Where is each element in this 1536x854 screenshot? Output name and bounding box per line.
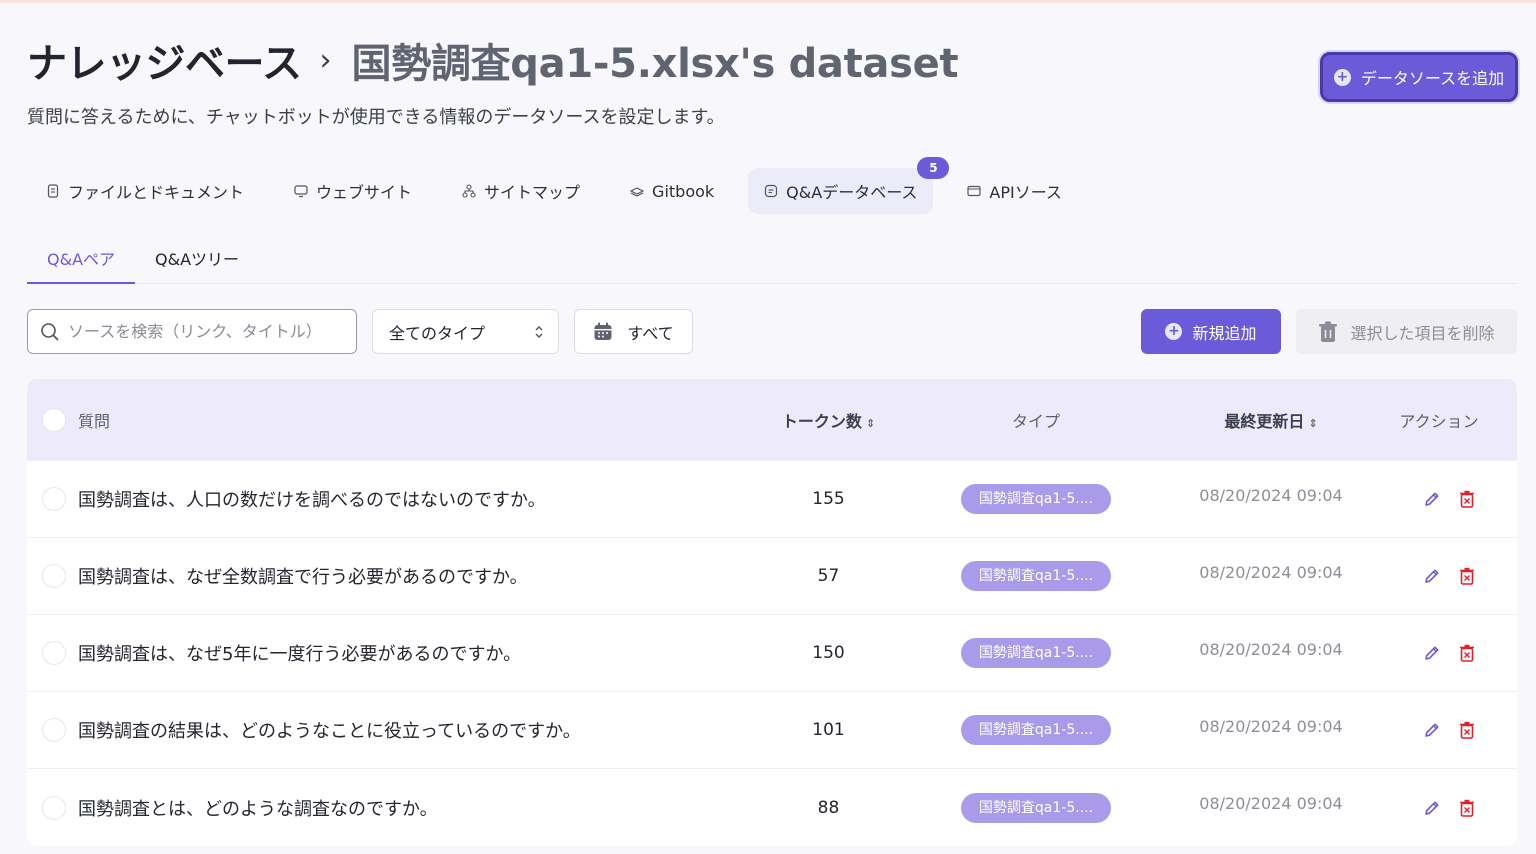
updated-date: 08/20/2024 09:04	[1199, 716, 1343, 736]
updated-date: 08/20/2024 09:04	[1199, 794, 1343, 813]
qa-count-badge: 5	[917, 157, 950, 179]
api-icon	[967, 185, 981, 197]
tab-sitemap[interactable]: サイトマップ	[446, 168, 596, 214]
type-filter-select[interactable]: 全てのタイプ	[372, 309, 559, 354]
subtab-qa-pairs[interactable]: Q&Aペア	[27, 240, 136, 284]
tab-website[interactable]: ウェブサイト	[278, 168, 428, 214]
breadcrumb-separator: ›	[319, 42, 332, 78]
type-badge: 国勢調査qa1-5....	[961, 561, 1111, 591]
qa-table: 質問 トークン数 ⇕ タイプ 最終更新日 ⇕ アクション 国勢調査は、人口の数だけを…	[27, 379, 1517, 846]
search-input[interactable]	[68, 322, 338, 341]
breadcrumb-knowledge-base[interactable]: ナレッジベース	[27, 31, 302, 89]
delete-icon[interactable]	[1459, 567, 1475, 585]
table-header: 質問 トークン数 ⇕ タイプ 最終更新日 ⇕ アクション	[27, 379, 1517, 461]
search-icon	[41, 322, 59, 341]
token-count: 155	[812, 489, 845, 509]
column-updated[interactable]: 最終更新日 ⇕	[1181, 408, 1361, 432]
column-updated-label: 最終更新日	[1224, 412, 1305, 431]
updated-date: 08/20/2024 09:04	[1199, 485, 1343, 505]
search-field[interactable]	[27, 309, 357, 354]
updated-date: 08/20/2024 09:04	[1199, 562, 1343, 582]
tab-gitbook[interactable]: Gitbook	[614, 168, 730, 214]
table-row: 国勢調査は、人口の数だけを調べるのではないのですか。 155 国勢調査qa1-5…	[27, 461, 1517, 538]
page-subtitle: 質問に答えるために、チャットボットが使用できる情報のデータソースを設定します。	[27, 107, 725, 128]
row-checkbox[interactable]	[41, 718, 66, 742]
delete-icon[interactable]	[1459, 799, 1475, 817]
column-question: 質問	[78, 412, 111, 431]
page-title: 国勢調査qa1-5.xlsx's dataset	[351, 41, 959, 87]
tab-files-documents[interactable]: ファイルとドキュメント	[30, 168, 260, 214]
date-filter-button[interactable]: すべて	[574, 309, 693, 354]
monitor-icon	[294, 185, 308, 198]
question-text[interactable]: 国勢調査は、なぜ全数調査で行う必要があるのですか。	[78, 563, 766, 589]
type-badge: 国勢調査qa1-5....	[961, 715, 1111, 745]
trash-icon	[1319, 321, 1338, 342]
add-new-button[interactable]: + 新規追加	[1141, 309, 1281, 354]
question-text[interactable]: 国勢調査とは、どのような調査なのですか。	[78, 795, 766, 821]
column-type: タイプ	[1011, 412, 1060, 431]
qa-subtabs: Q&Aペア Q&Aツリー	[27, 240, 1517, 284]
tab-label: ファイルとドキュメント	[68, 183, 245, 202]
delete-icon[interactable]	[1459, 490, 1475, 508]
sitemap-icon	[462, 184, 476, 198]
chevron-up-down-icon	[534, 324, 544, 340]
row-checkbox[interactable]	[41, 564, 66, 588]
tab-qa-database[interactable]: Q&Aデータベース 5	[748, 157, 950, 214]
delete-icon[interactable]	[1459, 644, 1475, 662]
calendar-icon	[594, 322, 612, 340]
column-tokens[interactable]: トークン数 ⇕	[766, 408, 891, 432]
file-icon	[47, 184, 59, 198]
tab-label: APIソース	[989, 183, 1062, 202]
tab-label: サイトマップ	[484, 183, 581, 202]
token-count: 150	[812, 643, 845, 663]
subtab-qa-tree[interactable]: Q&Aツリー	[135, 240, 259, 284]
source-tabs: ファイルとドキュメント ウェブサイト サイトマップ Gitbook Q&Aデータ…	[30, 157, 1096, 214]
edit-icon[interactable]	[1423, 721, 1441, 739]
page-header: ナレッジベース › 国勢調査qa1-5.xlsx's dataset	[27, 30, 959, 90]
token-count: 101	[812, 720, 845, 740]
question-text[interactable]: 国勢調査は、人口の数だけを調べるのではないのですか。	[78, 486, 766, 512]
tab-label: ウェブサイト	[316, 183, 413, 202]
token-count: 88	[817, 797, 840, 818]
row-checkbox[interactable]	[41, 795, 66, 820]
edit-icon[interactable]	[1423, 567, 1441, 585]
top-border	[0, 0, 1536, 3]
question-text[interactable]: 国勢調査は、なぜ5年に一度行う必要があるのですか。	[78, 640, 766, 666]
table-row: 国勢調査は、なぜ全数調査で行う必要があるのですか。 57 国勢調査qa1-5..…	[27, 538, 1517, 615]
table-row: 国勢調査の結果は、どのようなことに役立っているのですか。 101 国勢調査qa1…	[27, 692, 1517, 769]
select-all-checkbox[interactable]	[41, 408, 66, 432]
tab-api-source[interactable]: APIソース	[951, 168, 1078, 214]
type-badge: 国勢調査qa1-5....	[961, 638, 1111, 668]
table-row: 国勢調査とは、どのような調査なのですか。 88 国勢調査qa1-5.... 08…	[27, 769, 1517, 846]
add-new-label: 新規追加	[1192, 323, 1257, 343]
row-checkbox[interactable]	[41, 487, 66, 511]
type-badge: 国勢調査qa1-5....	[961, 792, 1111, 823]
tab-label: Gitbook	[652, 181, 715, 201]
row-checkbox[interactable]	[41, 641, 66, 665]
edit-icon[interactable]	[1423, 490, 1441, 508]
type-filter-value: 全てのタイプ	[389, 323, 486, 343]
updated-date: 08/20/2024 09:04	[1199, 639, 1343, 659]
add-data-source-label: データソースを追加	[1360, 69, 1505, 88]
date-filter-label: すべて	[627, 323, 674, 343]
delete-selected-label: 選択した項目を削除	[1350, 323, 1495, 343]
plus-circle-icon: +	[1165, 323, 1183, 340]
sort-icon: ⇕	[865, 417, 876, 430]
gitbook-icon	[630, 187, 645, 197]
question-text[interactable]: 国勢調査の結果は、どのようなことに役立っているのですか。	[78, 717, 766, 743]
delete-icon[interactable]	[1459, 721, 1475, 739]
plus-circle-icon: +	[1333, 68, 1351, 86]
type-badge: 国勢調査qa1-5....	[961, 484, 1111, 514]
delete-selected-button[interactable]: 選択した項目を削除	[1296, 309, 1517, 354]
add-data-source-button[interactable]: + データソースを追加	[1320, 52, 1518, 102]
edit-icon[interactable]	[1423, 644, 1441, 662]
tab-label: Q&Aデータベース	[786, 183, 918, 202]
edit-icon[interactable]	[1423, 799, 1441, 817]
column-actions: アクション	[1399, 412, 1479, 431]
column-tokens-label: トークン数	[781, 412, 862, 431]
sort-icon: ⇕	[1308, 417, 1318, 430]
qa-icon	[765, 184, 778, 198]
table-row: 国勢調査は、なぜ5年に一度行う必要があるのですか。 150 国勢調査qa1-5.…	[27, 615, 1517, 692]
token-count: 57	[817, 566, 840, 586]
